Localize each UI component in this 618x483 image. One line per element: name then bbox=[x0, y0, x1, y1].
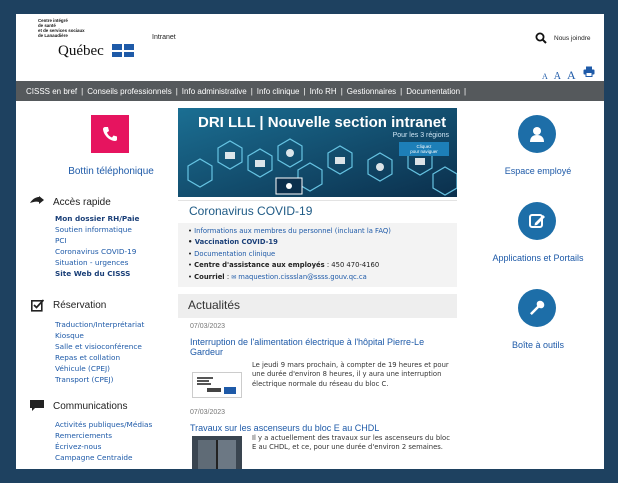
espace-employe-tile[interactable] bbox=[518, 115, 556, 153]
nav-separator: | bbox=[250, 86, 253, 96]
phone-directory-link[interactable]: Bottin téléphonique bbox=[48, 166, 174, 177]
communications-heading: Communications bbox=[30, 400, 127, 412]
covid-section: Coronavirus COVID-19 Informations aux me… bbox=[178, 200, 457, 289]
intranet-page: Centre intégré de santé et de services s… bbox=[16, 14, 604, 469]
phone-icon bbox=[103, 127, 117, 141]
list-item-transport[interactable]: Transport (CPEJ) bbox=[55, 374, 144, 385]
actualites-title: Actualités bbox=[188, 298, 241, 312]
list-item-kiosque[interactable]: Kiosque bbox=[55, 330, 144, 341]
print-icon[interactable] bbox=[583, 66, 595, 77]
quebec-flag-icon bbox=[112, 44, 134, 57]
nav-separator: | bbox=[175, 86, 178, 96]
edit-icon bbox=[529, 214, 545, 228]
chat-bubble-icon bbox=[30, 400, 44, 412]
news-title-link[interactable]: Travaux sur les ascenseurs du bloc E au … bbox=[190, 423, 452, 433]
logo-quebec-text: Québec bbox=[58, 43, 104, 59]
list-item-site-web[interactable]: Site Web du CISSS bbox=[55, 268, 139, 279]
news-excerpt: Il y a actuellement des travaux sur les … bbox=[252, 434, 450, 452]
nav-separator: | bbox=[464, 86, 467, 96]
elevator-photo-thumbnail[interactable] bbox=[192, 436, 242, 469]
reservation-title: Réservation bbox=[53, 299, 107, 311]
communications-list: Activités publiques/Médias Remerciements… bbox=[55, 419, 152, 463]
covid-item-courriel: Courriel : ✉ maquestion.cissslan@ssss.go… bbox=[188, 272, 457, 283]
news-date: 07/03/2023 bbox=[190, 409, 226, 416]
covid-item-documentation[interactable]: Documentation clinique bbox=[188, 249, 457, 260]
applications-tile[interactable] bbox=[518, 202, 556, 240]
nav-item-documentation[interactable]: Documentation bbox=[406, 87, 460, 96]
phone-directory-tile[interactable] bbox=[91, 115, 129, 153]
covid-list: Informations aux membres du personnel (i… bbox=[178, 223, 457, 288]
acces-rapide-heading: Accès rapide bbox=[30, 196, 111, 208]
list-item-salle[interactable]: Salle et visioconférence bbox=[55, 341, 144, 352]
promo-banner[interactable]: DRI LLL | Nouvelle section intranet Pour… bbox=[178, 108, 457, 197]
font-small-button[interactable]: A bbox=[542, 72, 549, 81]
quebec-logo[interactable]: Centre intégré de santé et de services s… bbox=[38, 18, 148, 59]
news-excerpt: Le jeudi 9 mars prochain, à compter de 1… bbox=[252, 361, 449, 388]
wrench-icon bbox=[530, 300, 545, 315]
nav-item-info-administrative[interactable]: Info administrative bbox=[182, 87, 247, 96]
reservation-list: Traduction/Interprétariat Kiosque Salle … bbox=[55, 319, 144, 385]
boite-outils-tile[interactable] bbox=[518, 289, 556, 327]
assistance-label: Centre d'assistance aux employés bbox=[194, 261, 325, 270]
acces-rapide-list: Mon dossier RH/Paie Soutien informatique… bbox=[55, 213, 139, 279]
arrow-right-icon bbox=[30, 196, 44, 208]
nav-item-cisss-en-bref[interactable]: CISSS en bref bbox=[26, 87, 77, 96]
list-item-coronavirus[interactable]: Coronavirus COVID-19 bbox=[55, 246, 139, 257]
covid-item-informations[interactable]: Informations aux membres du personnel (i… bbox=[188, 226, 457, 237]
nav-item-info-clinique[interactable]: Info clinique bbox=[257, 87, 300, 96]
banner-subtitle: Pour les 3 régions bbox=[392, 132, 449, 139]
boite-outils-link[interactable]: Boîte à outils bbox=[472, 340, 604, 350]
list-item-ecrivez-nous[interactable]: Écrivez-nous bbox=[55, 441, 152, 452]
banner-cta-button[interactable]: Cliquez pour naviguer bbox=[399, 142, 449, 156]
actualites-header: Actualités bbox=[178, 294, 457, 318]
user-icon bbox=[530, 127, 544, 142]
communications-title: Communications bbox=[53, 400, 128, 412]
contact-link[interactable]: Nous joindre bbox=[554, 35, 591, 42]
banner-title: DRI LLL | Nouvelle section intranet bbox=[198, 114, 447, 131]
list-item-traduction[interactable]: Traduction/Interprétariat bbox=[55, 319, 144, 330]
list-item-centraide[interactable]: Campagne Centraide bbox=[55, 452, 152, 463]
nav-separator: | bbox=[400, 86, 403, 96]
applications-link[interactable]: Applications et Portails bbox=[472, 253, 604, 263]
list-item-vehicule[interactable]: Véhicule (CPEJ) bbox=[55, 363, 144, 374]
nav-item-info-rh[interactable]: Info RH bbox=[310, 87, 337, 96]
checkbox-edit-icon bbox=[30, 298, 44, 312]
news-title-link[interactable]: Interruption de l'alimentation électriqu… bbox=[190, 337, 452, 357]
news-date: 07/03/2023 bbox=[190, 323, 226, 330]
nav-separator: | bbox=[340, 86, 343, 96]
logo-organization-text: Centre intégré de santé et de services s… bbox=[38, 18, 85, 38]
nav-item-gestionnaires[interactable]: Gestionnaires bbox=[347, 87, 396, 96]
site-label: Intranet bbox=[152, 34, 176, 41]
list-item-repas[interactable]: Repas et collation bbox=[55, 352, 144, 363]
list-item-mon-dossier[interactable]: Mon dossier RH/Paie bbox=[55, 213, 139, 224]
nav-item-conseils[interactable]: Conseils professionnels bbox=[87, 87, 172, 96]
courriel-link[interactable]: maquestion.cissslan@ssss.gouv.qc.ca bbox=[238, 273, 367, 281]
acces-rapide-title: Accès rapide bbox=[53, 196, 111, 208]
reservation-heading: Réservation bbox=[30, 298, 107, 312]
covid-item-assistance: Centre d'assistance aux employés : 450 4… bbox=[188, 260, 457, 271]
nav-separator: | bbox=[303, 86, 306, 96]
list-item-remerciements[interactable]: Remerciements bbox=[55, 430, 152, 441]
covid-item-vaccination[interactable]: Vaccination COVID-19 bbox=[188, 237, 457, 248]
espace-employe-link[interactable]: Espace employé bbox=[472, 166, 604, 176]
courriel-label: Courriel bbox=[194, 272, 225, 281]
list-item-pci[interactable]: PCI bbox=[55, 235, 139, 246]
list-item-activites[interactable]: Activités publiques/Médias bbox=[55, 419, 152, 430]
main-navigation: CISSS en bref | Conseils professionnels … bbox=[16, 81, 604, 101]
assistance-phone: : 450 470-4160 bbox=[324, 261, 380, 270]
search-icon[interactable] bbox=[535, 32, 547, 44]
covid-title[interactable]: Coronavirus COVID-19 bbox=[189, 204, 312, 218]
list-item-soutien-informatique[interactable]: Soutien informatique bbox=[55, 224, 139, 235]
quebec-logo-thumbnail[interactable] bbox=[192, 372, 242, 398]
list-item-situation-urgences[interactable]: Situation - urgences bbox=[55, 257, 139, 268]
nav-separator: | bbox=[81, 86, 84, 96]
